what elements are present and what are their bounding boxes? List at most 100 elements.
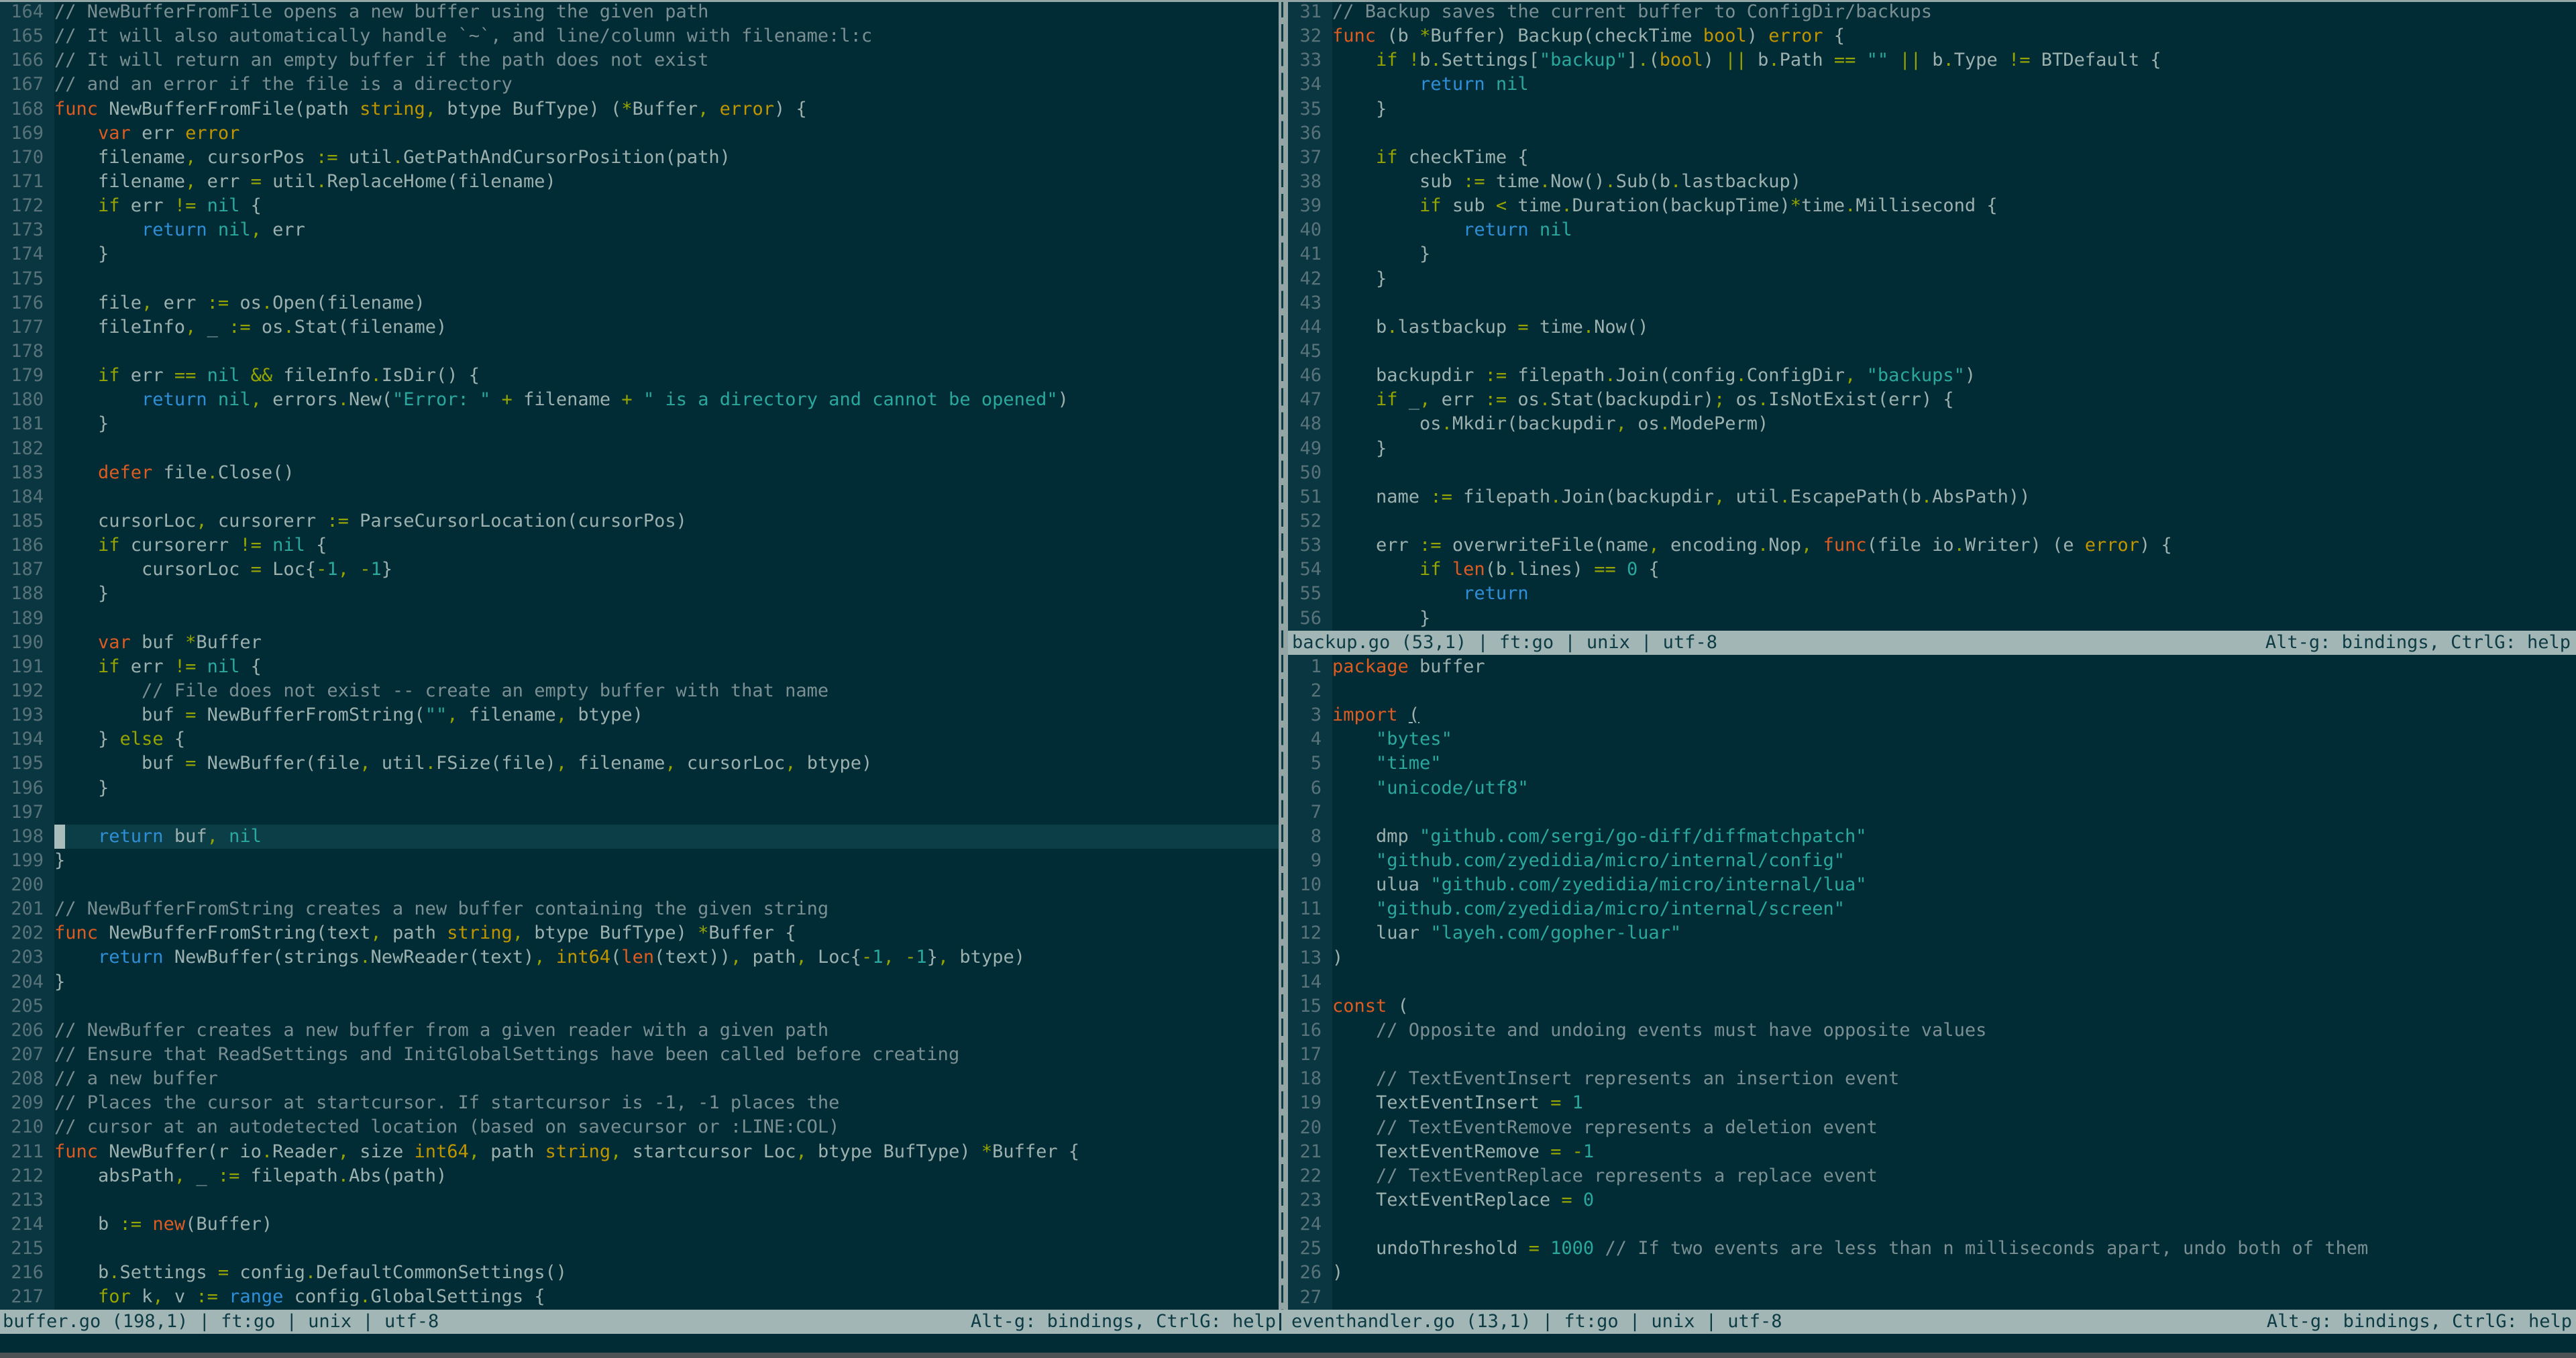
code-line[interactable]: 216 b.Settings = config.DefaultCommonSet… (0, 1261, 1279, 1286)
code-line[interactable]: 186 if cursorerr != nil { (0, 533, 1279, 558)
code-line[interactable]: 55 return (1288, 582, 2576, 607)
code-line[interactable]: 20 // TextEventRemove represents a delet… (1288, 1115, 2576, 1140)
code-line[interactable]: 7 (1288, 800, 2576, 825)
code-line[interactable]: 206// NewBuffer creates a new buffer fro… (0, 1018, 1279, 1043)
code-line[interactable]: 210// cursor at an autodetected location… (0, 1115, 1279, 1140)
code-line[interactable]: 187 cursorLoc = Loc{-1, -1} (0, 558, 1279, 582)
code-line[interactable]: 178 (0, 339, 1279, 364)
code-line[interactable]: 199} (0, 848, 1279, 874)
code-line[interactable]: 53 err := overwriteFile(name, encoding.N… (1288, 533, 2576, 558)
code-line[interactable]: 193 buf = NewBufferFromString("", filena… (0, 703, 1279, 728)
code-line[interactable]: 183 defer file.Close() (0, 460, 1279, 485)
code-line[interactable]: 2 (1288, 678, 2576, 704)
code-line[interactable]: 38 sub := time.Now().Sub(b.lastbackup) (1288, 169, 2576, 195)
code-line[interactable]: 48 os.Mkdir(backupdir, os.ModePerm) (1288, 412, 2576, 437)
code-line[interactable]: 23 TextEventReplace = 0 (1288, 1188, 2576, 1213)
code-line[interactable]: 172 if err != nil { (0, 194, 1279, 219)
code-line[interactable]: 39 if sub < time.Duration(backupTime)*ti… (1288, 194, 2576, 219)
code-line[interactable]: 168 func NewBufferFromFile(path string, b… (0, 97, 1279, 121)
code-line[interactable]: 209// Places the cursor at startcursor. … (0, 1091, 1279, 1116)
code-line[interactable]: 33 if !b.Settings["backup"].(bool) || b.… (1288, 48, 2576, 73)
editor-pane-buffer-go[interactable]: 164// NewBufferFromFile opens a new buff… (0, 0, 1279, 1310)
code-line[interactable]: 17 (1288, 1043, 2576, 1067)
code-line[interactable]: 5 "time" (1288, 751, 2576, 776)
editor-pane-backup-go[interactable]: 31// Backup saves the current buffer to … (1288, 0, 2576, 631)
code-line[interactable]: 10 ulua "github.com/zyedidia/micro/inter… (1288, 873, 2576, 898)
code-line[interactable]: 51 name := filepath.Join(backupdir, util… (1288, 484, 2576, 509)
code-line[interactable]: 189 (0, 606, 1279, 631)
code-line[interactable]: 24 (1288, 1212, 2576, 1237)
code-line[interactable]: 34 return nil (1288, 72, 2576, 97)
code-line[interactable]: 169 var err error (0, 121, 1279, 146)
code-line[interactable]: 6 "unicode/utf8" (1288, 776, 2576, 800)
code-line[interactable]: 179 if err == nil && fileInfo.IsDir() { (0, 364, 1279, 388)
code-line[interactable]: 214 b := new(Buffer) (0, 1212, 1279, 1237)
code-line[interactable]: 35 } (1288, 97, 2576, 121)
code-line[interactable]: 9 "github.com/zyedidia/micro/internal/co… (1288, 848, 2576, 874)
code-line[interactable]: 173 return nil, err (0, 218, 1279, 243)
code-line[interactable]: 185 cursorLoc, cursorerr := ParseCursorL… (0, 509, 1279, 534)
code-line[interactable]: 197 (0, 800, 1279, 825)
code-line[interactable]: 166// It will return an empty buffer if … (0, 48, 1279, 73)
code-line[interactable]: 50 (1288, 460, 2576, 485)
editor-pane-eventhandler-go[interactable]: 1 package buffer 2 3 import (4 "bytes" 5 "tim… (1288, 654, 2576, 1310)
code-line[interactable]: 171 filename, err = util.ReplaceHome(fil… (0, 169, 1279, 195)
code-line[interactable]: 56 } (1288, 606, 2576, 631)
code-line[interactable]: 45 (1288, 339, 2576, 364)
code-line[interactable]: 21 TextEventRemove = -1 (1288, 1139, 2576, 1164)
code-line[interactable]: 167// and an error if the file is a dire… (0, 72, 1279, 97)
code-line[interactable]: 217 for k, v := range config.GlobalSetti… (0, 1285, 1279, 1310)
code-line[interactable]: 1 package buffer (1288, 654, 2576, 679)
code-line[interactable]: 195 buf = NewBuffer(file, util.FSize(fil… (0, 751, 1279, 776)
code-line[interactable]: 41 } (1288, 242, 2576, 267)
code-line[interactable]: 191 if err != nil { (0, 654, 1279, 679)
code-line[interactable]: 22 // TextEventReplace represents a repl… (1288, 1163, 2576, 1188)
code-line[interactable]: 192 // File does not exist -- create an … (0, 678, 1279, 704)
code-line[interactable]: 37 if checkTime { (1288, 145, 2576, 170)
code-line[interactable]: 188 } (0, 582, 1279, 607)
code-line[interactable]: 203 return NewBuffer(strings.NewReader(t… (0, 945, 1279, 970)
code-line[interactable]: 201// NewBufferFromString creates a new … (0, 897, 1279, 922)
code-line[interactable]: 49 } (1288, 436, 2576, 461)
code-line[interactable]: 182 (0, 436, 1279, 461)
code-line[interactable]: 31// Backup saves the current buffer to … (1288, 0, 2576, 25)
code-line[interactable]: 202 func NewBufferFromString(text, path s… (0, 921, 1279, 946)
code-line[interactable]: 44 b.lastbackup = time.Now() (1288, 315, 2576, 340)
code-line[interactable]: 47 if _, err := os.Stat(backupdir); os.I… (1288, 388, 2576, 413)
code-line[interactable]: 11 "github.com/zyedidia/micro/internal/s… (1288, 897, 2576, 922)
code-line[interactable]: 175 (0, 266, 1279, 291)
code-line[interactable]: 15 const ( (1288, 994, 2576, 1018)
code-line[interactable]: 8 dmp "github.com/sergi/go-diff/diffmatc… (1288, 824, 2576, 849)
code-line[interactable]: 176 file, err := os.Open(filename) (0, 291, 1279, 315)
code-line[interactable]: 16 // Opposite and undoing events must h… (1288, 1018, 2576, 1043)
code-line[interactable]: 18 // TextEventInsert represents an inse… (1288, 1067, 2576, 1092)
code-line[interactable]: 26) (1288, 1261, 2576, 1286)
code-line[interactable]: 198 return buf, nil (0, 824, 1279, 849)
code-line[interactable]: 194 } else { (0, 727, 1279, 752)
code-line[interactable]: 184 (0, 484, 1279, 509)
code-line[interactable]: 174 } (0, 242, 1279, 267)
code-line[interactable]: 165// It will also automatically handle … (0, 24, 1279, 49)
code-line[interactable]: 196 } (0, 776, 1279, 800)
code-line[interactable]: 25 undoThreshold = 1000 // If two events… (1288, 1237, 2576, 1261)
code-line[interactable]: 40 return nil (1288, 218, 2576, 243)
code-line[interactable]: 180 return nil, errors.New("Error: " + f… (0, 388, 1279, 413)
code-line[interactable]: 212 absPath, _ := filepath.Abs(path) (0, 1163, 1279, 1188)
code-line[interactable]: 52 (1288, 509, 2576, 534)
code-line[interactable]: 215 (0, 1237, 1279, 1261)
code-line[interactable]: 46 backupdir := filepath.Join(config.Con… (1288, 364, 2576, 388)
code-line[interactable]: 42 } (1288, 266, 2576, 291)
code-line[interactable]: 43 (1288, 291, 2576, 315)
code-line[interactable]: 208// a new buffer (0, 1067, 1279, 1092)
code-line[interactable]: 36 (1288, 121, 2576, 146)
code-line[interactable]: 200 (0, 873, 1279, 898)
code-line[interactable]: 12 luar "layeh.com/gopher-luar" (1288, 921, 2576, 946)
code-line[interactable]: 19 TextEventInsert = 1 (1288, 1091, 2576, 1116)
code-line[interactable]: 205 (0, 994, 1279, 1018)
code-line[interactable]: 4 "bytes" (1288, 727, 2576, 752)
code-line[interactable]: 190 var buf *Buffer (0, 630, 1279, 655)
code-line[interactable]: 3 import ( (1288, 703, 2576, 728)
code-line[interactable]: 181 } (0, 412, 1279, 437)
code-line[interactable]: 170 filename, cursorPos := util.GetPathA… (0, 145, 1279, 170)
code-line[interactable]: 32 func (b *Buffer) Backup(checkTime bool… (1288, 24, 2576, 49)
